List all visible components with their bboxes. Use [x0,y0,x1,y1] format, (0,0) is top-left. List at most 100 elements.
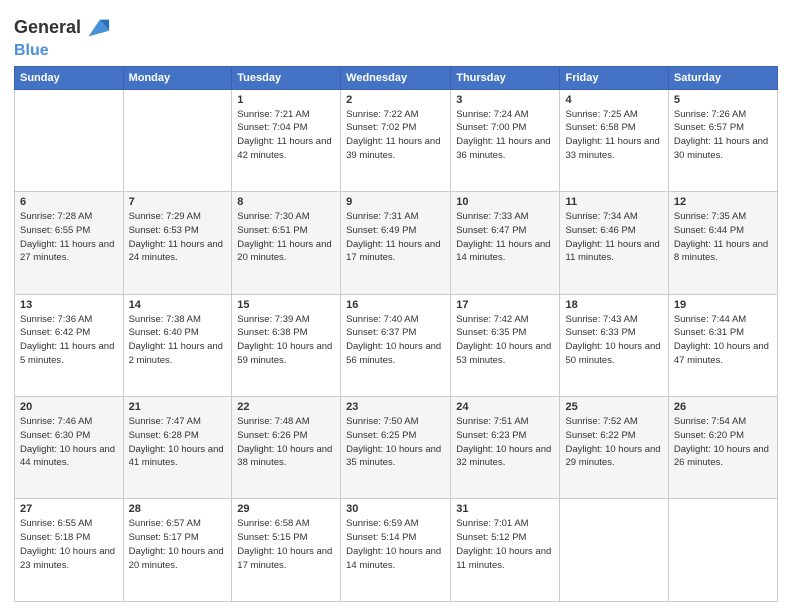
day-info: Sunrise: 6:59 AM Sunset: 5:14 PM Dayligh… [346,517,445,572]
logo-icon [83,14,111,42]
day-cell: 1Sunrise: 7:21 AM Sunset: 7:04 PM Daylig… [232,89,341,191]
logo: General Blue [14,14,111,60]
logo-blue: Blue [14,42,111,60]
day-number: 7 [129,196,227,208]
day-number: 31 [456,503,554,515]
day-number: 12 [674,196,772,208]
week-row-1: 1Sunrise: 7:21 AM Sunset: 7:04 PM Daylig… [15,89,778,191]
day-number: 16 [346,299,445,311]
day-info: Sunrise: 7:54 AM Sunset: 6:20 PM Dayligh… [674,415,772,470]
day-number: 13 [20,299,118,311]
day-number: 15 [237,299,335,311]
day-info: Sunrise: 7:25 AM Sunset: 6:58 PM Dayligh… [565,108,662,163]
day-info: Sunrise: 7:46 AM Sunset: 6:30 PM Dayligh… [20,415,118,470]
week-row-3: 13 Sunrise: 7:36 AM Sunset: 6:42 PM Dayli… [15,294,778,396]
day-number: 25 [565,401,662,413]
day-number: 24 [456,401,554,413]
day-cell: 2 Sunrise: 7:22 AM Sunset: 7:02 PM Daylig… [341,89,451,191]
day-info: Sunrise: 7:35 AM Sunset: 6:44 PM Dayligh… [674,210,772,265]
day-cell: 31 Sunrise: 7:01 AM Sunset: 5:12 PM Dayli… [451,499,560,602]
weekday-header-row: SundayMondayTuesdayWednesdayThursdayFrid… [15,66,778,89]
day-info: Sunrise: 7:36 AM Sunset: 6:42 PM Dayligh… [20,313,118,368]
day-cell: 26 Sunrise: 7:54 AM Sunset: 6:20 PM Dayli… [668,397,777,499]
day-number: 19 [674,299,772,311]
day-cell [668,499,777,602]
day-number: 28 [129,503,227,515]
day-cell: 3 Sunrise: 7:24 AM Sunset: 7:00 PM Daylig… [451,89,560,191]
day-cell [123,89,232,191]
day-cell: 19 Sunrise: 7:44 AM Sunset: 6:31 PM Dayli… [668,294,777,396]
day-cell: 20 Sunrise: 7:46 AM Sunset: 6:30 PM Dayli… [15,397,124,499]
day-info: Sunrise: 6:58 AM Sunset: 5:15 PM Dayligh… [237,517,335,572]
day-number: 26 [674,401,772,413]
day-cell: 5 Sunrise: 7:26 AM Sunset: 6:57 PM Daylig… [668,89,777,191]
week-row-5: 27 Sunrise: 6:55 AM Sunset: 5:18 PM Dayli… [15,499,778,602]
day-info: Sunrise: 7:26 AM Sunset: 6:57 PM Dayligh… [674,108,772,163]
logo-text: General [14,18,81,38]
day-number: 14 [129,299,227,311]
day-cell: 16Sunrise: 7:40 AM Sunset: 6:37 PM Dayli… [341,294,451,396]
day-number: 23 [346,401,445,413]
weekday-header-sunday: Sunday [15,66,124,89]
day-number: 3 [456,94,554,106]
day-cell: 21 Sunrise: 7:47 AM Sunset: 6:28 PM Dayli… [123,397,232,499]
day-number: 10 [456,196,554,208]
day-cell: 17Sunrise: 7:42 AM Sunset: 6:35 PM Dayli… [451,294,560,396]
day-cell: 13 Sunrise: 7:36 AM Sunset: 6:42 PM Dayli… [15,294,124,396]
day-info: Sunrise: 6:55 AM Sunset: 5:18 PM Dayligh… [20,517,118,572]
calendar: SundayMondayTuesdayWednesdayThursdayFrid… [14,66,778,602]
day-number: 30 [346,503,445,515]
day-info: Sunrise: 7:24 AM Sunset: 7:00 PM Dayligh… [456,108,554,163]
day-cell: 30 Sunrise: 6:59 AM Sunset: 5:14 PM Dayli… [341,499,451,602]
day-number: 21 [129,401,227,413]
header: General Blue [14,10,778,60]
day-cell: 15 Sunrise: 7:39 AM Sunset: 6:38 PM Dayli… [232,294,341,396]
weekday-header-tuesday: Tuesday [232,66,341,89]
day-cell: 6Sunrise: 7:28 AM Sunset: 6:55 PM Daylig… [15,192,124,294]
day-info: Sunrise: 7:30 AM Sunset: 6:51 PM Dayligh… [237,210,335,265]
day-cell: 23Sunrise: 7:50 AM Sunset: 6:25 PM Dayli… [341,397,451,499]
day-cell: 11 Sunrise: 7:34 AM Sunset: 6:46 PM Dayli… [560,192,668,294]
day-info: Sunrise: 6:57 AM Sunset: 5:17 PM Dayligh… [129,517,227,572]
day-number: 18 [565,299,662,311]
day-cell: 4Sunrise: 7:25 AM Sunset: 6:58 PM Daylig… [560,89,668,191]
day-cell [560,499,668,602]
day-info: Sunrise: 7:01 AM Sunset: 5:12 PM Dayligh… [456,517,554,572]
day-info: Sunrise: 7:47 AM Sunset: 6:28 PM Dayligh… [129,415,227,470]
day-cell: 10 Sunrise: 7:33 AM Sunset: 6:47 PM Dayli… [451,192,560,294]
day-cell: 14Sunrise: 7:38 AM Sunset: 6:40 PM Dayli… [123,294,232,396]
week-row-4: 20 Sunrise: 7:46 AM Sunset: 6:30 PM Dayli… [15,397,778,499]
day-info: Sunrise: 7:51 AM Sunset: 6:23 PM Dayligh… [456,415,554,470]
day-number: 9 [346,196,445,208]
day-cell: 25 Sunrise: 7:52 AM Sunset: 6:22 PM Dayli… [560,397,668,499]
day-info: Sunrise: 7:52 AM Sunset: 6:22 PM Dayligh… [565,415,662,470]
weekday-header-saturday: Saturday [668,66,777,89]
day-cell: 28 Sunrise: 6:57 AM Sunset: 5:17 PM Dayli… [123,499,232,602]
day-info: Sunrise: 7:44 AM Sunset: 6:31 PM Dayligh… [674,313,772,368]
day-number: 5 [674,94,772,106]
day-number: 2 [346,94,445,106]
day-number: 17 [456,299,554,311]
day-number: 22 [237,401,335,413]
weekday-header-friday: Friday [560,66,668,89]
weekday-header-monday: Monday [123,66,232,89]
day-info: Sunrise: 7:39 AM Sunset: 6:38 PM Dayligh… [237,313,335,368]
day-number: 11 [565,196,662,208]
day-number: 29 [237,503,335,515]
day-cell: 18 Sunrise: 7:43 AM Sunset: 6:33 PM Dayli… [560,294,668,396]
day-info: Sunrise: 7:43 AM Sunset: 6:33 PM Dayligh… [565,313,662,368]
day-info: Sunrise: 7:48 AM Sunset: 6:26 PM Dayligh… [237,415,335,470]
day-info: Sunrise: 7:22 AM Sunset: 7:02 PM Dayligh… [346,108,445,163]
day-info: Sunrise: 7:33 AM Sunset: 6:47 PM Dayligh… [456,210,554,265]
day-cell [15,89,124,191]
day-number: 27 [20,503,118,515]
day-cell: 24 Sunrise: 7:51 AM Sunset: 6:23 PM Dayli… [451,397,560,499]
day-number: 20 [20,401,118,413]
day-info: Sunrise: 7:31 AM Sunset: 6:49 PM Dayligh… [346,210,445,265]
day-cell: 7Sunrise: 7:29 AM Sunset: 6:53 PM Daylig… [123,192,232,294]
day-number: 8 [237,196,335,208]
week-row-2: 6Sunrise: 7:28 AM Sunset: 6:55 PM Daylig… [15,192,778,294]
day-info: Sunrise: 7:34 AM Sunset: 6:46 PM Dayligh… [565,210,662,265]
day-cell: 27 Sunrise: 6:55 AM Sunset: 5:18 PM Dayli… [15,499,124,602]
day-cell: 29 Sunrise: 6:58 AM Sunset: 5:15 PM Dayli… [232,499,341,602]
